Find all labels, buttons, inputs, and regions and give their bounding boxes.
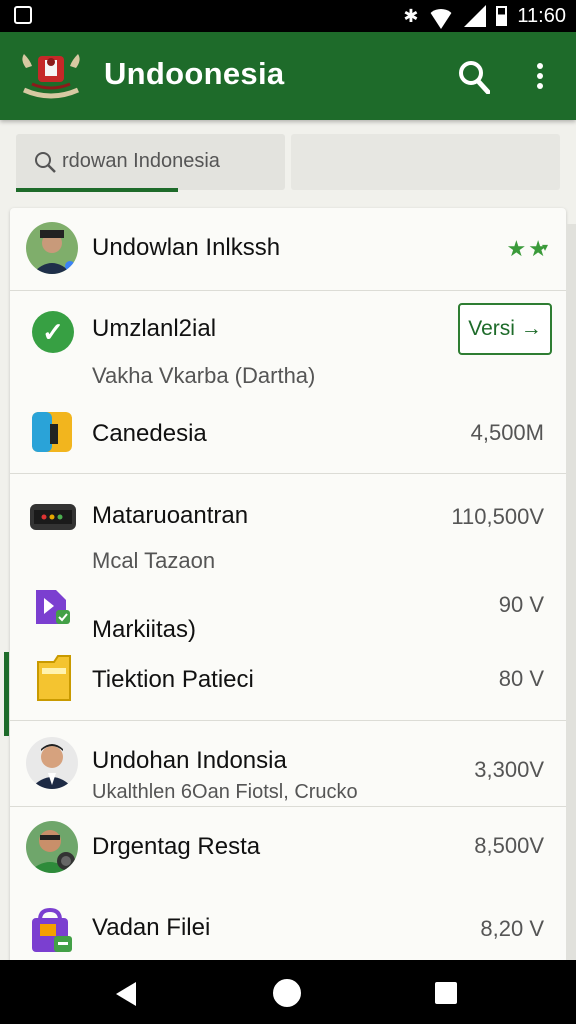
list-item-title: Canedesia (92, 420, 207, 447)
avatar (26, 737, 78, 789)
wifi-icon (428, 9, 455, 29)
list-item-value: 8,500V (474, 833, 544, 858)
list-item[interactable]: Undohan Indonsia Ukalthlen 6Oan Fiotsl, … (10, 721, 566, 805)
chevron-down-icon[interactable]: ▾ (542, 240, 548, 254)
list-item[interactable]: Mataruoantran Mcal Tazaon 110,500V (10, 474, 566, 574)
more-options-icon[interactable] (528, 60, 552, 94)
check-circle-icon: ✓ (32, 311, 74, 353)
app-logo-icon (22, 54, 80, 99)
list-item-value: 3,300V (474, 757, 544, 782)
list-item-title: Drgentag Resta (92, 833, 261, 860)
list-item-value: 110,500V (451, 504, 544, 529)
list-item[interactable]: Undowlan Inlkssh ★★ ▾ (10, 208, 566, 290)
list-item[interactable]: Markiitas) 90 V (10, 580, 566, 650)
selected-indicator (4, 652, 9, 736)
app-title: Undoonesia (104, 56, 285, 91)
search-field-icon (35, 152, 56, 173)
signal-icon (464, 5, 487, 27)
version-button[interactable]: Versi → (458, 303, 552, 355)
navigation-bar (0, 960, 576, 1024)
list-item-title: Tiektion Patieci (92, 666, 254, 693)
list-item-subtitle: Vakha Vkarba (Dartha) (92, 363, 316, 388)
scrollbar[interactable] (566, 224, 576, 964)
bluetooth-icon: ✱ (403, 5, 419, 27)
list-item[interactable]: Vadan Filei 8,20 V (10, 898, 566, 968)
list-item-value: 80 V (498, 666, 544, 691)
status-time: 11:60 (517, 4, 566, 27)
list-item-title: Vadan Filei (92, 914, 211, 941)
results-list: Undowlan Inlkssh ★★ ▾ ✓ Umzlanl2ial Vakh… (10, 208, 566, 968)
version-button-label: Versi → (468, 317, 542, 340)
list-item[interactable]: Canedesia 4,500M (10, 398, 566, 472)
search-input[interactable]: rdowan Indonesia (16, 134, 285, 192)
secondary-search-tab[interactable] (291, 134, 560, 190)
list-item[interactable]: ✓ Umzlanl2ial Vakha Vkarba (Dartha) Vers… (10, 291, 566, 391)
list-item[interactable]: Tiektion Patieci 80 V (10, 652, 566, 720)
search-text: rdowan Indonesia (62, 150, 220, 172)
battery-icon (496, 6, 508, 26)
recent-apps-icon[interactable] (435, 982, 457, 1004)
list-item-subtitle: Mcal Tazaon (92, 548, 216, 573)
list-item-subtitle: Ukalthlen 6Oan Fiotsl, Crucko (92, 781, 358, 803)
shopping-bag-icon (32, 908, 72, 952)
app-bar: Undoonesia (0, 32, 576, 120)
list-item-value: 90 V (498, 592, 544, 617)
folder-icon (37, 655, 71, 701)
list-item-value: 8,20 V (480, 916, 544, 941)
app-icon (32, 412, 72, 452)
back-icon[interactable] (116, 982, 136, 1006)
avatar (26, 222, 78, 274)
home-icon[interactable] (273, 979, 301, 1007)
notification-icon (14, 6, 32, 24)
list-item[interactable]: Drgentag Resta 8,500V (10, 807, 566, 891)
search-icon[interactable] (458, 60, 490, 94)
avatar (26, 821, 78, 873)
document-icon (36, 590, 70, 624)
list-item-title: Umzlanl2ial (92, 315, 217, 342)
list-item-title: Mataruoantran (92, 502, 249, 529)
list-item-title: Markiitas) (92, 616, 197, 643)
list-item-title: Undohan Indonsia (92, 747, 287, 774)
device-icon (30, 504, 76, 530)
list-item-title: Undowlan Inlkssh (92, 234, 281, 261)
list-item-value: 4,500M (470, 420, 544, 445)
search-active-underline (16, 188, 178, 192)
status-bar: ✱ 11:60 (0, 0, 576, 32)
